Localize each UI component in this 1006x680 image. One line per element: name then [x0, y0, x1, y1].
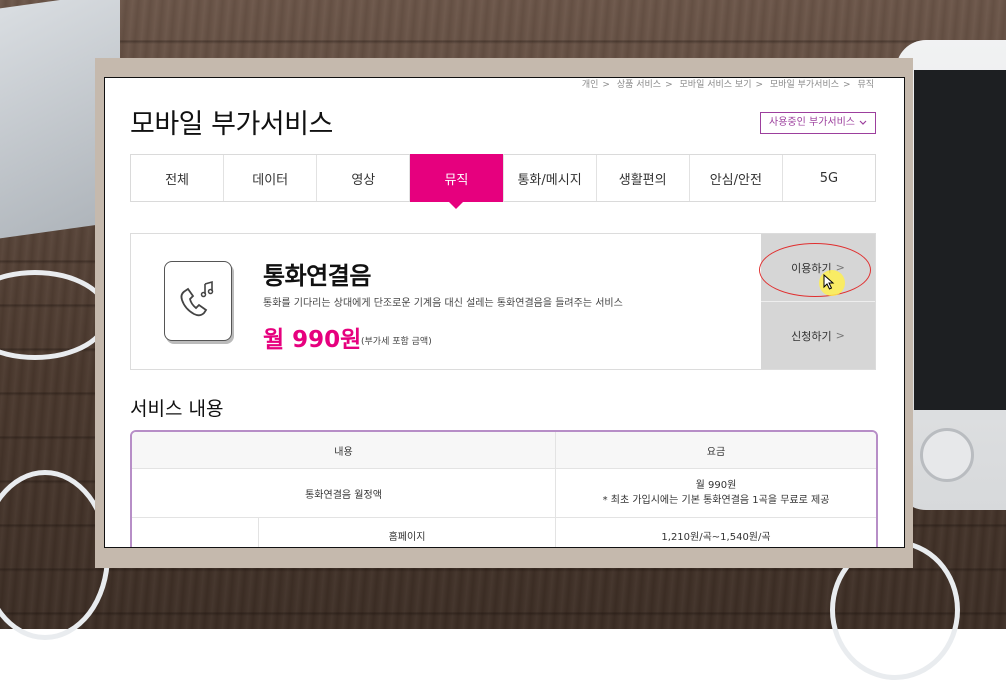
tab-music[interactable]: 뮤직 — [410, 154, 504, 209]
tab-5g[interactable]: 5G — [783, 155, 875, 201]
breadcrumb-item[interactable]: 모바일 서비스 보기 — [680, 80, 752, 90]
table-cell: 월 990원 * 최초 가입시에는 기본 통화연결음 1곡을 무료로 제공 — [602, 480, 830, 506]
breadcrumb-item[interactable]: 모바일 부가서비스 — [770, 80, 839, 90]
tab-all[interactable]: 전체 — [131, 155, 225, 201]
web-page: 개인 > 상품 서비스 > 모바일 서비스 보기 > 모바일 부가서비스 > 뮤직 모바… — [104, 77, 905, 548]
category-tabs: 전체 데이터 영상 뮤직 통화/메시지 생활편의 안심/안전 5G — [130, 154, 876, 209]
table-cell: 통화연결음 월정액 — [132, 469, 556, 517]
chevron-right-icon: > — [835, 329, 845, 342]
tab-safety[interactable]: 안심/안전 — [690, 155, 783, 201]
page-title: 모바일 부가서비스 — [130, 109, 333, 140]
service-table: 내용 요금 통화연결음 월정액 월 990원 * 최초 가입시에는 기본 통화연… — [130, 430, 878, 547]
chevron-down-icon — [859, 120, 867, 125]
service-card: 통화연결음 통화를 기다리는 상대에게 단조로운 기계음 대신 설레는 통화연결… — [130, 233, 876, 370]
breadcrumb: 개인 > 상품 서비스 > 모바일 서비스 보기 > 모바일 부가서비스 > 뮤직 — [581, 80, 874, 90]
service-name: 통화연결음 — [263, 262, 371, 290]
breadcrumb-item[interactable]: 개인 — [582, 80, 599, 90]
apply-button[interactable]: 신청하기 > — [761, 302, 875, 369]
table-header-row: 내용 요금 — [132, 432, 876, 469]
service-price: 월 990원 — [263, 327, 362, 353]
tab-call-message[interactable]: 통화/메시지 — [504, 155, 597, 201]
table-header: 요금 — [706, 446, 726, 458]
tab-video[interactable]: 영상 — [317, 155, 411, 201]
section-title: 서비스 내용 — [130, 398, 224, 420]
my-services-dropdown[interactable]: 사용중인 부가서비스 — [760, 112, 876, 134]
table-cell — [132, 518, 259, 547]
highlight-ellipse — [759, 243, 871, 297]
table-row: 홈페이지 1,210원/곡~1,540원/곡 — [132, 518, 876, 547]
mouse-pointer-icon — [823, 274, 835, 290]
ringback-tone-icon — [164, 261, 232, 341]
breadcrumb-item[interactable]: 상품 서비스 — [617, 80, 661, 90]
tab-lifestyle[interactable]: 생활편의 — [597, 155, 690, 201]
breadcrumb-item: 뮤직 — [857, 80, 874, 90]
table-header: 내용 — [132, 432, 556, 468]
vat-note: (부가세 포함 금액) — [361, 337, 432, 347]
table-cell: 홈페이지 — [259, 518, 556, 547]
service-description: 통화를 기다리는 상대에게 단조로운 기계음 대신 설레는 통화연결음을 들려주… — [263, 298, 623, 309]
tab-data[interactable]: 데이터 — [224, 155, 318, 201]
table-cell: 1,210원/곡~1,540원/곡 — [661, 531, 771, 543]
table-row: 통화연결음 월정액 월 990원 * 최초 가입시에는 기본 통화연결음 1곡을… — [132, 469, 876, 518]
